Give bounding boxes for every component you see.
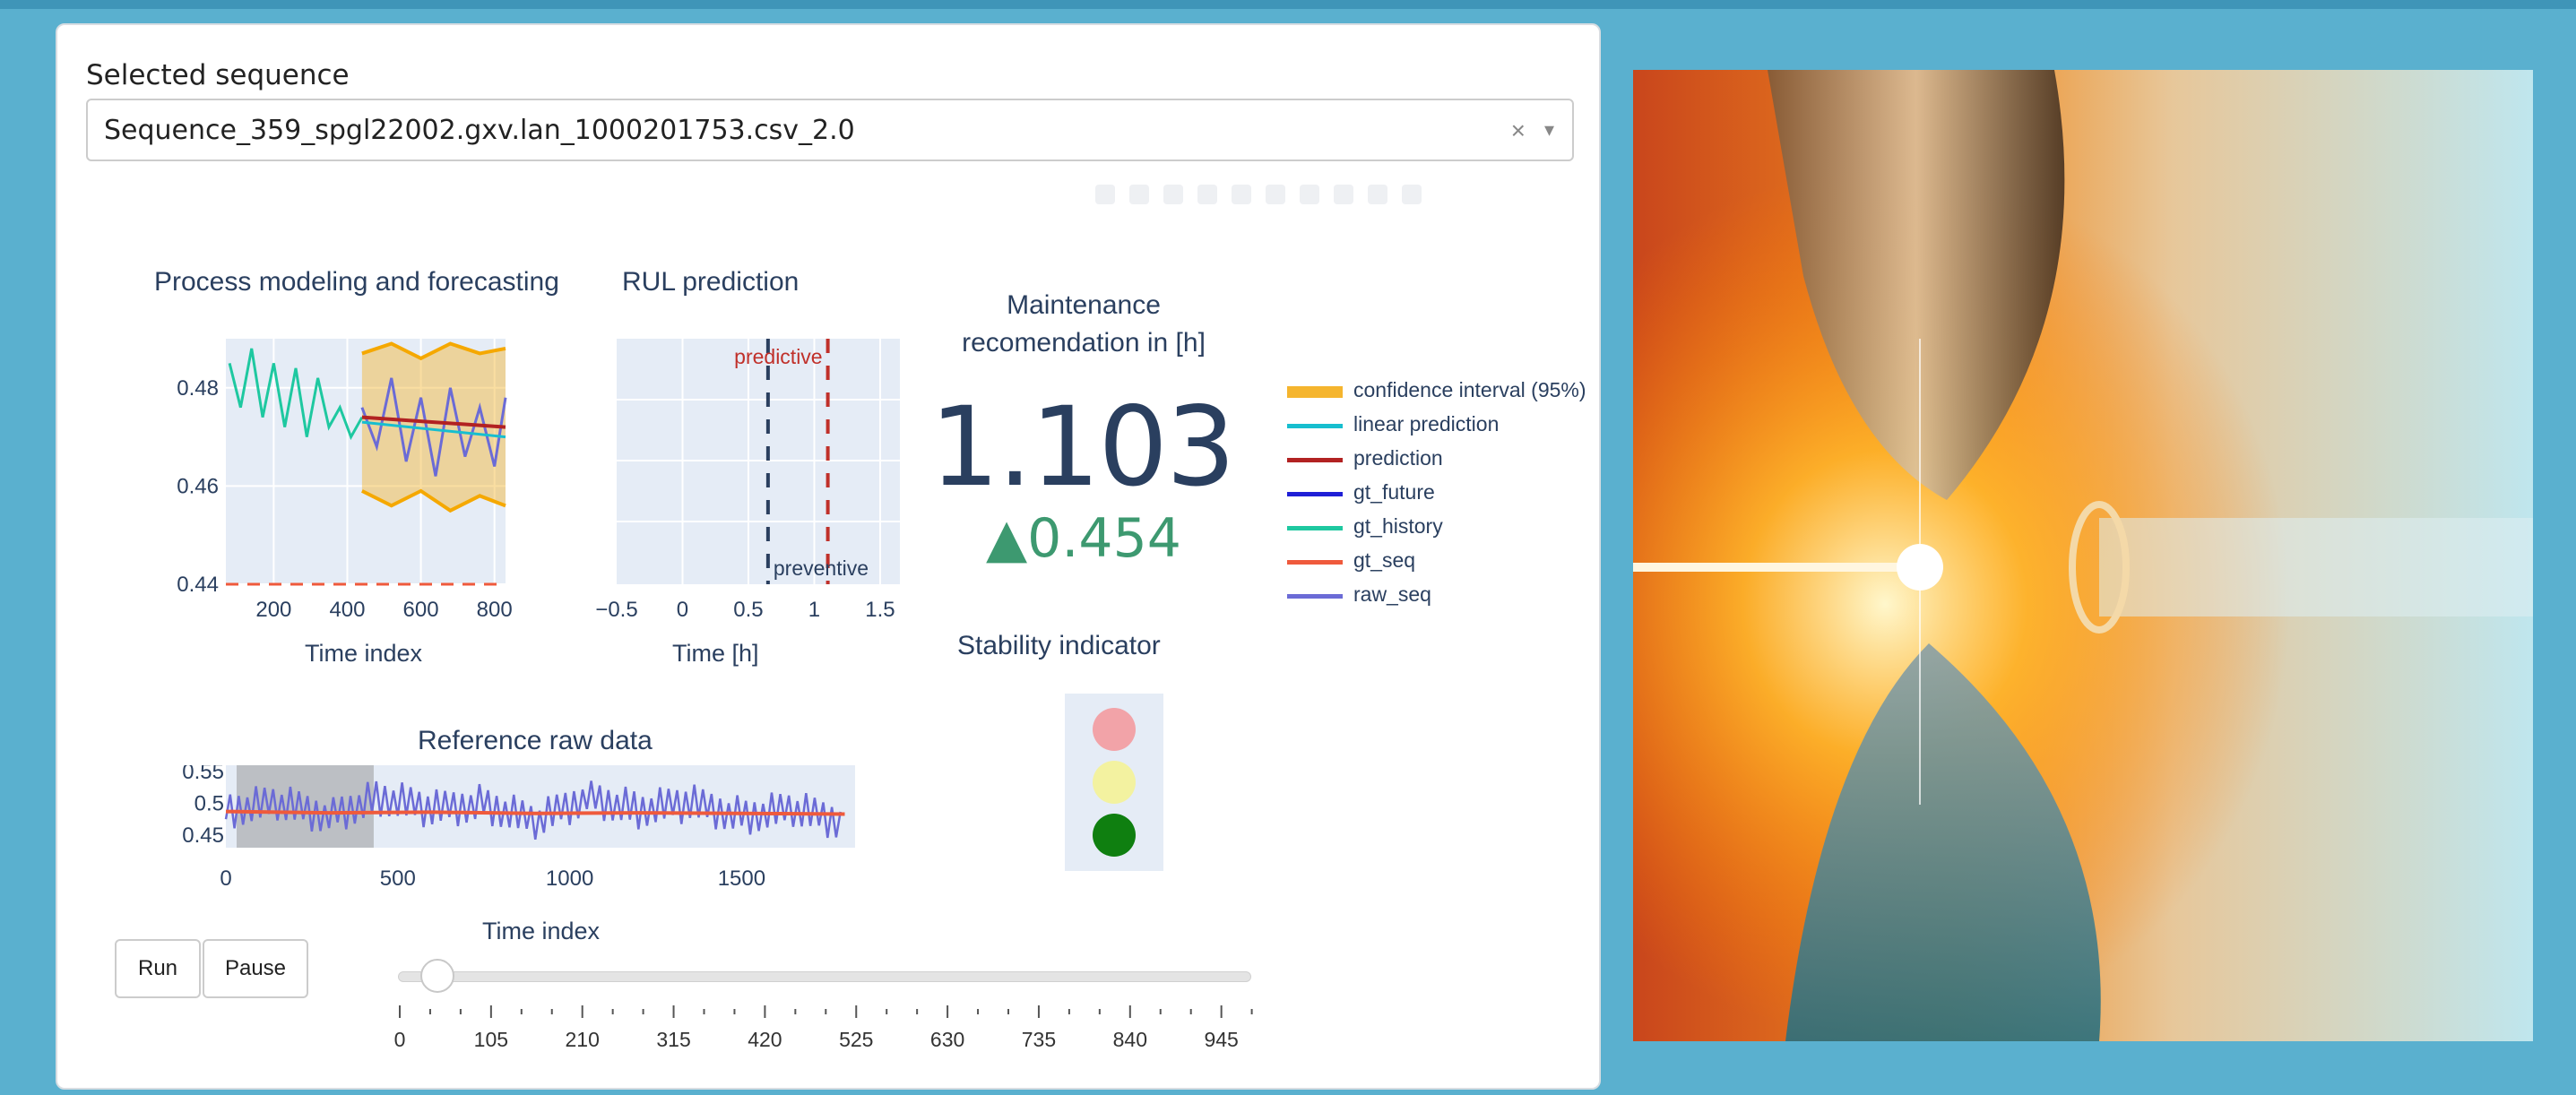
chevron-down-icon[interactable]: ▾ (1544, 118, 1554, 142)
legend-label: confidence interval (95%) (1353, 378, 1586, 401)
photo-glass-tube (2099, 518, 2533, 616)
x-tick-label: 1 (808, 598, 820, 622)
y-tick-label: 0.45 (182, 823, 224, 848)
zoom-out-icon[interactable] (1300, 185, 1319, 204)
raw-plot[interactable]: 0 500 1000 1500 0.55 0.5 0.45 (147, 765, 936, 909)
legend-label: raw_seq (1353, 582, 1431, 606)
x-tick-label: 500 (380, 867, 416, 891)
top-accent-bar (0, 0, 2576, 9)
traffic-light-green (1093, 814, 1136, 857)
x-tick-label: 1.5 (865, 598, 895, 622)
y-tick-label: 0.55 (182, 765, 224, 784)
x-tick-label: 1500 (718, 867, 765, 891)
industrial-photo (1633, 70, 2533, 1041)
plot-modebar (1088, 177, 1579, 213)
rul-x-axis-title: Time [h] (672, 640, 759, 667)
slider-tick-label: 420 (748, 1028, 782, 1051)
plotly-logo-icon[interactable] (1402, 185, 1422, 204)
x-tick-label: 800 (477, 598, 513, 622)
camera-icon[interactable] (1095, 185, 1115, 204)
legend-swatch (1287, 386, 1343, 398)
y-tick-label: 0.48 (177, 376, 219, 401)
slider-tick-label: 105 (474, 1028, 508, 1051)
legend-label: linear prediction (1353, 412, 1500, 435)
time-slider-track[interactable] (398, 971, 1251, 982)
selected-sequence-label: Selected sequence (86, 59, 350, 91)
legend-label: prediction (1353, 446, 1443, 470)
stability-title: Stability indicator (957, 631, 1161, 660)
slider-tick-label: 945 (1204, 1028, 1238, 1051)
pause-button[interactable]: Pause (203, 939, 308, 998)
slider-tick-label: 630 (930, 1028, 964, 1051)
x-tick-label: −0.5 (595, 598, 637, 622)
zoom-icon[interactable] (1129, 185, 1149, 204)
maintenance-title: Maintenance recomendation in [h] (927, 287, 1240, 362)
legend-label: gt_history (1353, 514, 1443, 538)
legend-swatch (1287, 492, 1343, 496)
y-tick-label: 0.44 (177, 573, 219, 597)
run-button[interactable]: Run (115, 939, 201, 998)
legend-swatch (1287, 458, 1343, 462)
forecast-plot-title: Process modeling and forecasting (154, 267, 559, 297)
autoscale-icon[interactable] (1334, 185, 1353, 204)
x-tick-label: 1000 (546, 867, 593, 891)
y-tick-label: 0.5 (194, 791, 224, 815)
legend-swatch (1287, 594, 1343, 599)
y-tick-label: 0.46 (177, 474, 219, 498)
reset-icon[interactable] (1368, 185, 1387, 204)
raw-x-axis-title: Time index (482, 918, 601, 944)
legend-swatch (1287, 526, 1343, 530)
slider-tick-label: 525 (839, 1028, 873, 1051)
maintenance-title-line1: Maintenance (1007, 290, 1161, 320)
sequence-dropdown-value: Sequence_359_spgl22002.gxv.lan_100020175… (104, 115, 855, 146)
preventive-label: preventive (774, 556, 869, 580)
legend-label: gt_future (1353, 480, 1435, 504)
slider-ticks: 0 105 210 315 420 525 630 735 840 945 (394, 1005, 1253, 1051)
traffic-light (1065, 694, 1163, 871)
x-tick-label: 400 (329, 598, 365, 622)
forecast-plot[interactable]: 200 400 600 800 0.48 0.46 0.44 (147, 339, 523, 643)
legend-swatch (1287, 424, 1343, 428)
maintenance-delta: ▲0.454 (986, 507, 1181, 570)
time-slider-handle[interactable] (420, 959, 454, 993)
legend-label: gt_seq (1353, 548, 1416, 572)
x-tick-label: 0.5 (733, 598, 763, 622)
x-tick-label: 0 (677, 598, 688, 622)
clear-icon[interactable]: × (1511, 116, 1526, 145)
series-gt_seq (225, 809, 845, 816)
raw-plot-title: Reference raw data (418, 726, 653, 755)
legend-swatch (1287, 560, 1343, 565)
x-tick-label: 200 (255, 598, 291, 622)
x-tick-label: 600 (403, 598, 439, 622)
sequence-dropdown[interactable]: Sequence_359_spgl22002.gxv.lan_100020175… (86, 99, 1574, 161)
maintenance-value: 1.103 (929, 384, 1235, 511)
slider-tick-label: 210 (566, 1028, 600, 1051)
traffic-light-red (1093, 708, 1136, 751)
slider-tick-label: 315 (656, 1028, 690, 1051)
maintenance-title-line2: recomendation in [h] (962, 328, 1206, 358)
dashboard-card: Selected sequence Sequence_359_spgl22002… (56, 23, 1601, 1090)
x-tick-label: 0 (220, 867, 231, 891)
slider-tick-label: 840 (1113, 1028, 1147, 1051)
select-icon[interactable] (1197, 185, 1217, 204)
slider-tick-label: 735 (1022, 1028, 1056, 1051)
zoom-in-icon[interactable] (1266, 185, 1285, 204)
slider-tick-label: 0 (394, 1028, 406, 1051)
rul-plot-title: RUL prediction (622, 267, 800, 297)
lasso-icon[interactable] (1232, 185, 1251, 204)
predictive-label: predictive (734, 345, 822, 368)
traffic-light-yellow (1093, 761, 1136, 804)
forecast-x-axis-title: Time index (305, 640, 423, 667)
rul-plot[interactable]: predictive preventive −0.5 0 0.5 1 1.5 (568, 339, 927, 643)
pan-icon[interactable] (1163, 185, 1183, 204)
